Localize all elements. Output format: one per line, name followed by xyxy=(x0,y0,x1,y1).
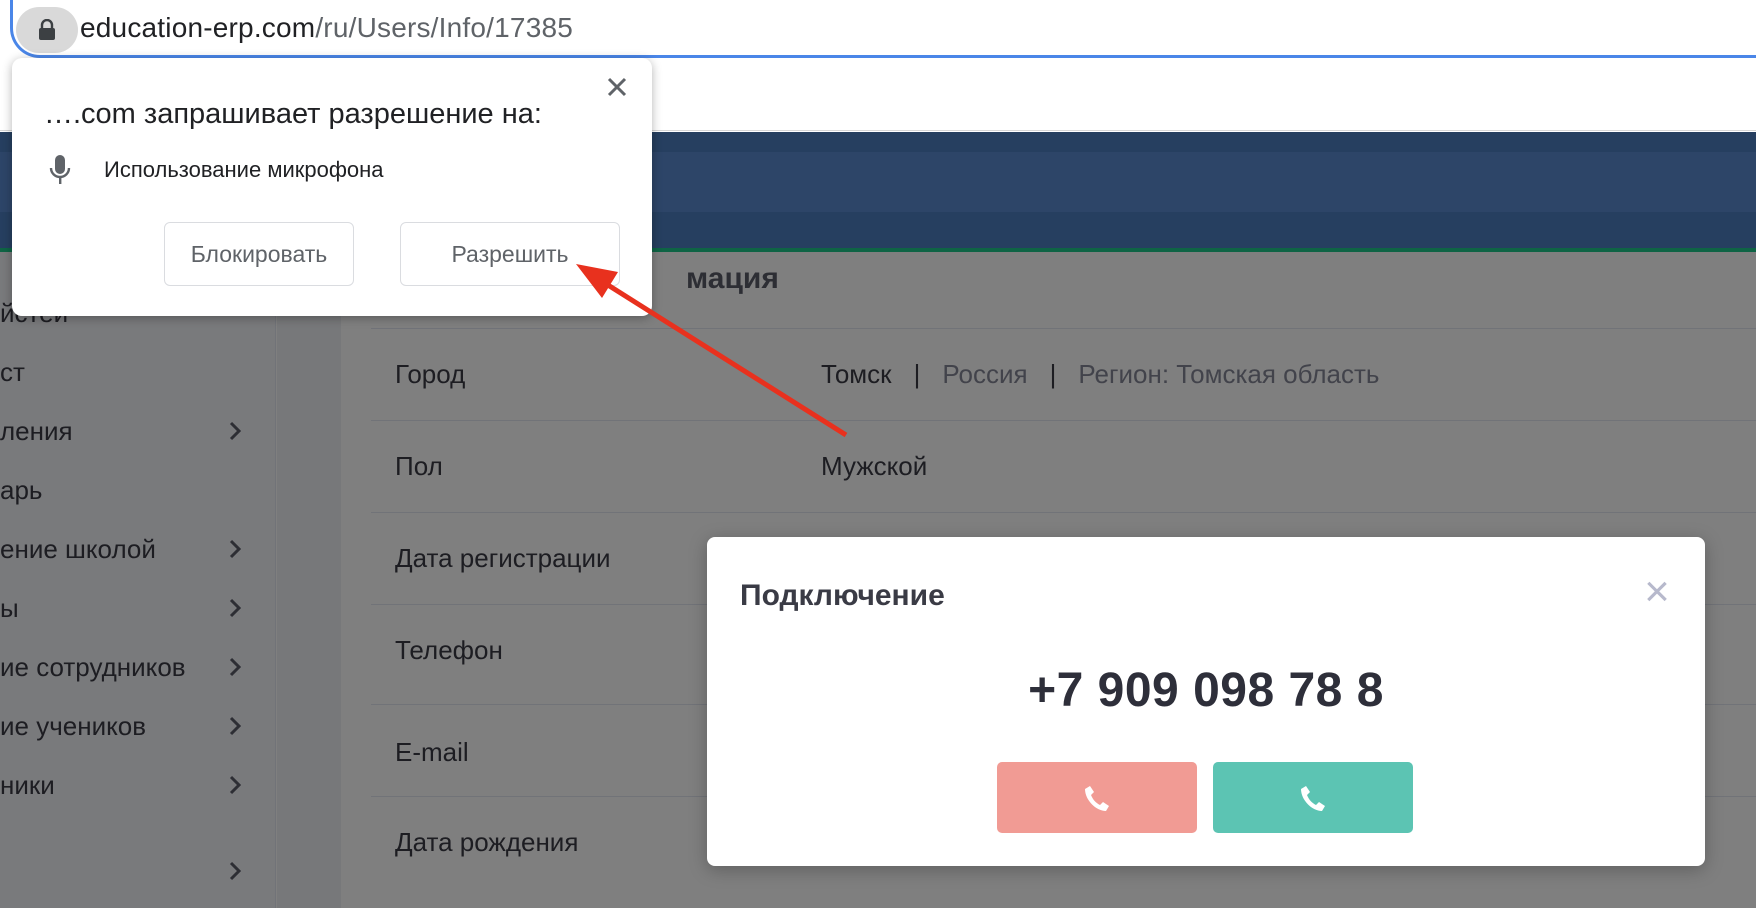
close-icon[interactable]: × xyxy=(1640,570,1674,614)
permission-item: Использование микрофона xyxy=(104,157,384,182)
decline-call-button[interactable] xyxy=(997,762,1197,833)
url-host: education-erp.com xyxy=(80,12,316,43)
phone-icon xyxy=(1301,786,1325,811)
accept-call-button[interactable] xyxy=(1213,762,1413,833)
phone-icon xyxy=(1085,786,1109,811)
dialog-title: Подключение xyxy=(740,579,945,612)
connection-dialog: Подключение × +7 909 098 78 8 xyxy=(707,537,1705,866)
phone-number: +7 909 098 78 8 xyxy=(1028,664,1384,717)
microphone-icon xyxy=(49,155,71,184)
permission-title: ….com запрашивает разрешение на: xyxy=(44,98,542,130)
lock-icon xyxy=(39,19,55,40)
url-path: /ru/Users/Info/17385 xyxy=(315,12,574,43)
permission-prompt: ….com запрашивает разрешение на: Использ… xyxy=(12,58,652,316)
site-info-button[interactable] xyxy=(16,7,78,53)
close-icon[interactable] xyxy=(602,72,632,102)
block-button[interactable]: Блокировать xyxy=(164,222,354,286)
url-text[interactable]: education-erp.com/ru/Users/Info/17385 xyxy=(80,12,573,44)
allow-button[interactable]: Разрешить xyxy=(400,222,620,286)
